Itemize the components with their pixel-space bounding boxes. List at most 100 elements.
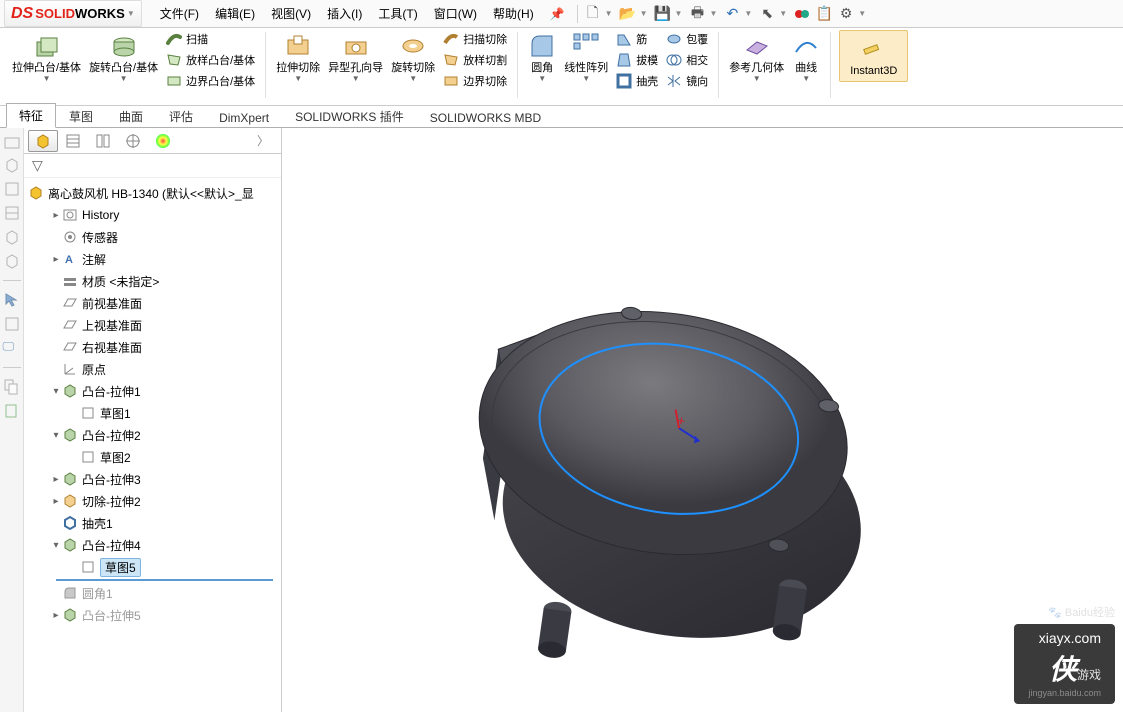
expand-icon[interactable]: ▸ [50,254,62,265]
tab-sketch[interactable]: 草图 [56,104,106,128]
tree-tab-display[interactable] [148,130,178,152]
tree-item[interactable]: ▸A注解 [24,248,281,270]
chevron-down-icon[interactable]: ▼ [605,9,613,18]
expand-icon[interactable]: ▾ [50,430,62,441]
curve-button[interactable]: 曲线▼ [790,30,822,85]
assembly-icon[interactable] [3,132,21,150]
chevron-down-icon[interactable]: ▼ [744,9,752,18]
expand-icon[interactable]: ▸ [50,496,62,507]
tree-item[interactable]: 传感器 [24,226,281,248]
tree-item[interactable]: ▸切除-拉伸2 [24,490,281,512]
tree-item[interactable]: 上视基准面 [24,314,281,336]
tree-expand-icon[interactable]: 〉 [249,132,277,149]
sweep-button[interactable]: 扫描 [164,30,257,48]
menu-view[interactable]: 视图(V) [263,0,319,27]
expand-icon[interactable]: ▾ [50,540,62,551]
rebuild-icon[interactable] [794,6,810,22]
fillet-button[interactable]: 圆角▼ [526,30,558,90]
tree-item[interactable]: ▾凸台-拉伸1 [24,380,281,402]
mirror-button[interactable]: 镜向 [664,72,710,90]
rib-button[interactable]: 筋 [614,30,660,48]
revolve-cut-button[interactable]: 旋转切除▼ [389,30,437,90]
instant3d-button[interactable]: Instant3D [839,30,908,82]
tree-item[interactable]: ▸凸台-拉伸5 [24,604,281,626]
chevron-down-icon[interactable]: ▼ [858,9,866,18]
loft-cut-button[interactable]: 放样切割 [441,51,509,69]
menu-help[interactable]: 帮助(H) [485,0,542,27]
tree-tab-config[interactable] [88,130,118,152]
draft-button[interactable]: 拔模 [614,51,660,69]
tab-dimxpert[interactable]: DimXpert [206,107,282,128]
select-icon[interactable]: ⬉ [759,6,775,22]
print-icon[interactable]: 🖶 [689,6,705,22]
select-tool-icon[interactable] [3,291,21,309]
tree-item[interactable]: 草图1 [24,402,281,424]
part-icon[interactable] [3,156,21,174]
rollback-bar[interactable] [56,579,273,581]
tree-item[interactable]: 草图5 [24,556,281,578]
shell-button[interactable]: 抽壳 [614,72,660,90]
hole-wizard-button[interactable]: 异型孔向导▼ [326,30,385,90]
tab-features[interactable]: 特征 [6,103,56,128]
boundary-button[interactable]: 边界凸台/基体 [164,72,257,90]
pattern-button[interactable]: 线性阵列▼ [562,30,610,90]
tree-item[interactable]: 右视基准面 [24,336,281,358]
tree-item[interactable]: 圆角1 [24,582,281,604]
open-icon[interactable]: 📂 [620,6,636,22]
menu-file[interactable]: 文件(F) [152,0,207,27]
chevron-down-icon[interactable]: ▼ [779,9,787,18]
settings-icon[interactable]: ⚙ [838,6,854,22]
tree-tab-feature[interactable] [28,130,58,152]
tree-item[interactable]: ▾凸台-拉伸4 [24,534,281,556]
tree-item[interactable]: 抽壳1 [24,512,281,534]
expand-icon[interactable]: ▸ [50,474,62,485]
new-icon[interactable]: 🗋 [585,6,601,22]
chevron-down-icon[interactable]: ▼ [675,9,683,18]
chevron-down-icon[interactable]: ▼ [709,9,717,18]
lib-icon[interactable] [3,204,21,222]
cube1-icon[interactable] [3,228,21,246]
tree-item[interactable]: 原点 [24,358,281,380]
tree-tab-property[interactable] [58,130,88,152]
tab-mbd[interactable]: SOLIDWORKS MBD [417,107,554,128]
feature-tree[interactable]: 离心鼓风机 HB-1340 (默认<<默认>_显 ▸History传感器▸A注解… [24,178,281,712]
cube2-icon[interactable] [3,252,21,270]
chevron-down-icon[interactable]: ▼ [640,9,648,18]
options-icon[interactable]: 📋 [816,6,832,22]
logo[interactable]: DS SOLIDWORKS ▼ [4,0,142,27]
filter-icon[interactable]: ▽ [32,157,43,174]
tab-surfaces[interactable]: 曲面 [106,104,156,128]
tree-item[interactable]: ▸凸台-拉伸3 [24,468,281,490]
display-tool-icon[interactable]: 🖵 [3,339,21,357]
sketch-tool-icon[interactable] [3,315,21,333]
3d-viewport[interactable]: + 🐾 Baidu经验 xiayx.com 侠游戏 jingyan.baidu.… [282,128,1123,712]
boundary-cut-button[interactable]: 边界切除 [441,72,509,90]
copy-icon[interactable] [3,378,21,396]
refgeo-button[interactable]: 参考几何体▼ [727,30,786,85]
extrude-boss-button[interactable]: 拉伸凸台/基体▼ [10,30,83,90]
loft-button[interactable]: 放样凸台/基体 [164,51,257,69]
pin-icon[interactable]: 📌 [550,7,565,21]
tab-evaluate[interactable]: 评估 [156,104,206,128]
intersect-button[interactable]: 相交 [664,51,710,69]
tree-item[interactable]: ▾凸台-拉伸2 [24,424,281,446]
tree-item[interactable]: ▸History [24,204,281,226]
menu-tools[interactable]: 工具(T) [370,0,425,27]
tree-root[interactable]: 离心鼓风机 HB-1340 (默认<<默认>_显 [24,182,281,204]
expand-icon[interactable]: ▸ [50,610,62,621]
expand-icon[interactable]: ▾ [50,386,62,397]
undo-icon[interactable]: ↶ [724,6,740,22]
menu-window[interactable]: 窗口(W) [426,0,485,27]
revolve-boss-button[interactable]: 旋转凸台/基体▼ [87,30,160,90]
sweep-cut-button[interactable]: 扫描切除 [441,30,509,48]
wrap-button[interactable]: 包覆 [664,30,710,48]
tree-item[interactable]: 材质 <未指定> [24,270,281,292]
menu-edit[interactable]: 编辑(E) [207,0,263,27]
tree-item[interactable]: 前视基准面 [24,292,281,314]
paste-icon[interactable] [3,402,21,420]
tab-addins[interactable]: SOLIDWORKS 插件 [282,104,417,128]
save-icon[interactable]: 💾 [655,6,671,22]
draw-icon[interactable] [3,180,21,198]
menu-insert[interactable]: 插入(I) [319,0,370,27]
tree-tab-dimxpert[interactable] [118,130,148,152]
